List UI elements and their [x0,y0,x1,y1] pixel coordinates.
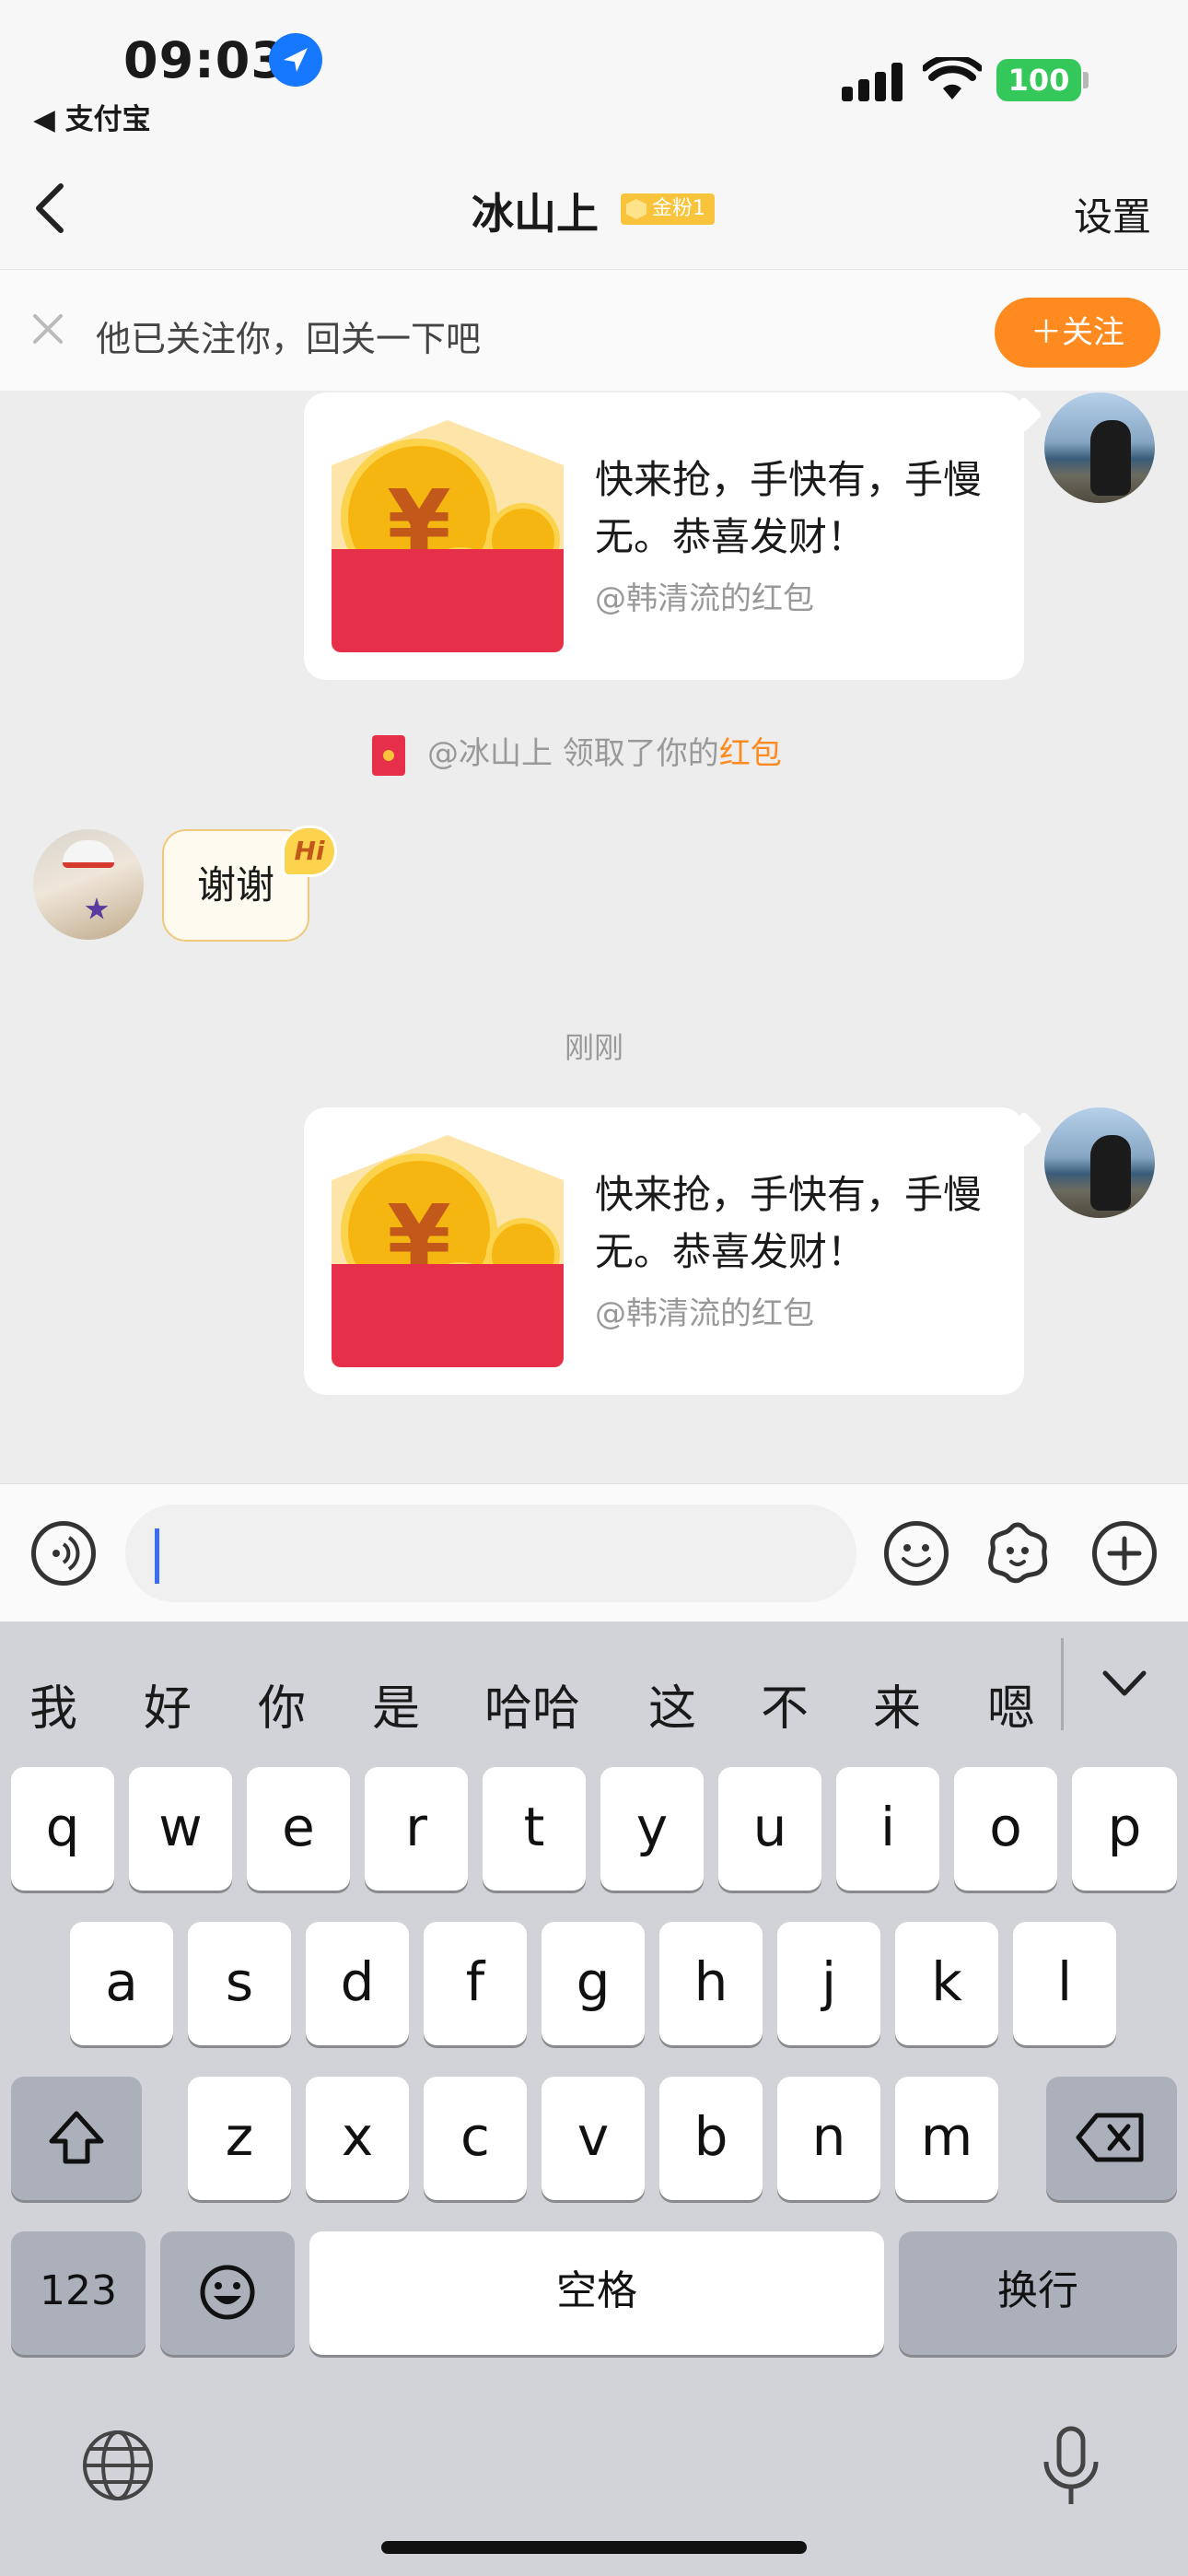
key-r[interactable]: r [365,1767,468,1891]
space-key[interactable]: 空格 [309,2231,884,2355]
key-a[interactable]: a [70,1922,173,2045]
key-c[interactable]: c [424,2077,527,2200]
red-packet-icon: ¥ [332,1135,564,1367]
candidate-word[interactable]: 好 [144,1669,192,1739]
battery-tip [1083,72,1089,88]
key-h[interactable]: h [659,1922,763,2045]
key-t[interactable]: t [483,1767,586,1891]
red-packet-message[interactable]: ¥ 快来抢，手快有，手慢无。恭喜发财！ @韩清流的红包 [304,392,1042,680]
candidate-word[interactable]: 不 [761,1669,809,1739]
my-avatar[interactable] [1044,392,1155,503]
shift-icon[interactable] [11,2077,142,2200]
location-arrow-icon [269,33,322,87]
notice-link[interactable]: 红包 [719,735,782,772]
badge-label: 金粉1 [652,197,705,220]
key-q[interactable]: q [11,1767,114,1891]
status-time: 09:03 [123,31,286,89]
voice-icon[interactable] [31,1521,96,1586]
key-p[interactable]: p [1072,1767,1177,1891]
key-m[interactable]: m [895,2077,998,2200]
key-u[interactable]: u [718,1767,821,1891]
settings-button[interactable]: 设置 [1074,186,1151,242]
contact-avatar[interactable] [33,829,144,940]
my-avatar[interactable] [1044,1107,1155,1218]
key-w[interactable]: w [129,1767,232,1891]
candidate-word[interactable]: 我 [29,1669,77,1739]
key-x[interactable]: x [306,2077,409,2200]
red-packet-sender: @韩清流的红包 [595,1295,814,1332]
key-z[interactable]: z [188,2077,291,2200]
keyboard: 我 好 你 是 哈哈 这 不 来 嗯 q w e r t y u i o p a… [0,1622,1188,2576]
mic-icon[interactable] [1039,2425,1103,2508]
wifi-icon [921,53,984,101]
key-o[interactable]: o [954,1767,1057,1891]
bubble-tail [1006,1111,1042,1148]
notice-text: @冰山上 领取了你的 [427,735,719,772]
candidate-word[interactable]: 哈哈 [484,1669,580,1739]
red-packet-icon: ¥ [332,420,564,652]
candidate-word[interactable]: 你 [258,1669,306,1739]
emoji-keyboard-icon[interactable] [160,2231,295,2355]
fan-level-badge: 金粉1 [621,193,715,225]
chat-area[interactable]: ¥ 快来抢，手快有，手慢无。恭喜发财！ @韩清流的红包 @冰山上 领取了你的红包… [0,391,1188,1483]
red-packet-claimed-notice: @冰山上 领取了你的红包 [372,728,782,776]
home-indicator[interactable] [381,2541,807,2554]
key-f[interactable]: f [424,1922,527,2045]
key-j[interactable]: j [777,1922,880,2045]
close-icon[interactable] [31,312,64,345]
top-area: 09:03 ◀ 支付宝 100 冰山上 金粉1 设置 [0,0,1188,269]
return-key[interactable]: 换行 [899,2231,1177,2355]
battery-indicator: 100 [996,59,1081,101]
key-n[interactable]: n [777,2077,880,2200]
time-divider: 刚刚 [564,1030,623,1065]
message-input-bar [0,1483,1188,1622]
plus-icon[interactable] [1092,1521,1157,1586]
signal-icon [842,63,908,101]
candidate-word[interactable]: 来 [873,1669,921,1739]
follow-button[interactable]: ＋关注 [995,298,1160,368]
candidate-bar: 我 好 你 是 哈哈 这 不 来 嗯 [0,1622,1188,1758]
key-v[interactable]: v [542,2077,645,2200]
globe-icon[interactable] [81,2429,155,2502]
badge-gem-icon [626,199,646,219]
emoji-icon[interactable] [884,1521,949,1586]
text-caret [155,1528,159,1584]
red-packet-message[interactable]: ¥ 快来抢，手快有，手慢无。恭喜发财！ @韩清流的红包 [304,1107,1042,1395]
bubble-tail [1006,396,1042,433]
mini-red-packet-icon [372,734,405,776]
candidate-word[interactable]: 是 [372,1669,420,1739]
red-packet-sender: @韩清流的红包 [595,580,814,617]
key-l[interactable]: l [1013,1922,1116,2045]
key-g[interactable]: g [542,1922,645,2045]
candidate-word[interactable]: 这 [648,1669,696,1739]
numbers-key[interactable]: 123 [11,2231,146,2355]
key-k[interactable]: k [895,1922,998,2045]
hi-badge: Hi [282,825,337,877]
candidate-divider [1061,1638,1064,1730]
key-d[interactable]: d [306,1922,409,2045]
back-to-app-link[interactable]: ◀ 支付宝 [33,96,151,137]
follow-prompt-bar: 他已关注你，回关一下吧 ＋关注 [0,269,1188,391]
message-input[interactable] [125,1505,856,1602]
key-b[interactable]: b [659,2077,763,2200]
chevron-down-icon[interactable] [1101,1666,1147,1703]
red-packet-greeting: 快来抢，手快有，手慢无。恭喜发财！ [595,1172,983,1274]
follow-prompt-text: 他已关注你，回关一下吧 [96,319,482,359]
key-i[interactable]: i [836,1767,939,1891]
key-e[interactable]: e [247,1767,350,1891]
back-chevron-icon[interactable] [26,181,81,236]
candidate-word[interactable]: 嗯 [987,1669,1035,1739]
sticker-icon[interactable] [984,1519,1052,1587]
red-packet-greeting: 快来抢，手快有，手慢无。恭喜发财！ [595,457,983,559]
key-y[interactable]: y [600,1767,704,1891]
page-title: 冰山上 [472,189,599,239]
key-s[interactable]: s [188,1922,291,2045]
delete-icon[interactable] [1046,2077,1177,2200]
